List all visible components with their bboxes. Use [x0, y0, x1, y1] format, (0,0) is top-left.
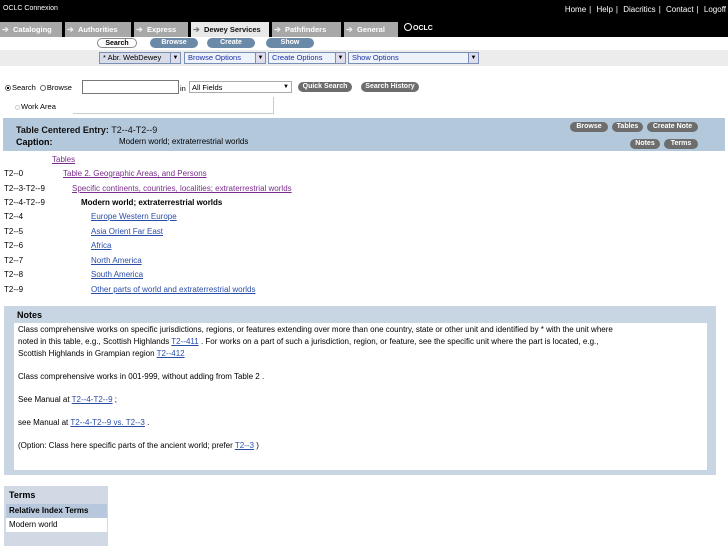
- hierarchy-link-asia[interactable]: Asia Orient Far East: [91, 227, 163, 236]
- work-area-option: Work Area: [15, 102, 56, 111]
- work-area-label: Work Area: [21, 102, 56, 111]
- subtab-create[interactable]: Create: [207, 38, 255, 48]
- create-note-button[interactable]: Create Note: [647, 122, 698, 132]
- search-field-select[interactable]: All Fields ▼: [189, 81, 292, 93]
- subtab-strip: Search Browse Create Show: [0, 37, 728, 49]
- logoff-link[interactable]: Logoff: [704, 5, 726, 14]
- contact-link[interactable]: Contact: [666, 5, 694, 14]
- note-link[interactable]: T2--411: [171, 337, 198, 346]
- search-radio[interactable]: [5, 85, 11, 91]
- note-link[interactable]: T2--3: [235, 441, 254, 450]
- browse-radio[interactable]: [39, 85, 46, 91]
- notes-body: Class comprehensive works on specific ju…: [14, 323, 707, 470]
- caption-value: Modern world; extraterrestrial worlds: [119, 137, 249, 146]
- quick-search-button[interactable]: Quick Search: [298, 82, 352, 92]
- tab-cataloging[interactable]: ➔ Cataloging: [0, 22, 62, 37]
- hierarchy-link-other-parts[interactable]: Other parts of world and extraterrestria…: [91, 285, 256, 294]
- table2-link[interactable]: Table 2. Geographic Areas, and Persons: [63, 169, 207, 178]
- search-radio-label: Search: [12, 83, 36, 92]
- subtab-search[interactable]: Search: [97, 38, 137, 48]
- note-text: Class comprehensive works in 001-999, wi…: [18, 372, 265, 381]
- caption-label: Caption:: [16, 137, 53, 147]
- class-number: T2--4: [4, 212, 24, 221]
- main-tab-bar: ➔ Cataloging ➔ Authorities ➔ Express ➔ Dewey…: [0, 19, 728, 37]
- tables-link[interactable]: Tables: [52, 155, 75, 164]
- class-number: T2--7: [4, 256, 24, 265]
- class-number: T2--6: [4, 241, 24, 250]
- terms-header: Relative Index Terms: [6, 504, 107, 518]
- arrow-icon: ➔: [274, 25, 281, 34]
- options-dropdown-row: * Abr. WebDewey ▼ Browse Options ▼ Create …: [0, 50, 728, 66]
- tab-general[interactable]: ➔ General: [344, 22, 398, 37]
- work-area-radio[interactable]: [15, 105, 20, 110]
- terms-button[interactable]: Terms: [664, 139, 698, 149]
- database-select[interactable]: * Abr. WebDewey ▼: [99, 52, 181, 64]
- chevron-down-icon: ▼: [335, 53, 345, 63]
- arrow-icon: ➔: [193, 25, 200, 34]
- note-link[interactable]: T2--412: [157, 349, 185, 358]
- notes-button[interactable]: Notes: [630, 139, 660, 149]
- note-text: Class comprehensive works on specific ju…: [18, 325, 613, 334]
- browse-radio-label: Browse: [46, 83, 72, 92]
- note-text: see Manual at T2--4-T2--9 vs. T2--3 .: [18, 418, 150, 427]
- subtab-browse[interactable]: Browse: [150, 38, 198, 48]
- search-input[interactable]: [82, 80, 179, 94]
- search-history-button[interactable]: Search History: [361, 82, 419, 92]
- note-text: (Option: Class here specific parts of th…: [18, 441, 259, 450]
- hierarchy-link-africa[interactable]: Africa: [91, 241, 111, 250]
- hierarchy-link-north-america[interactable]: North America: [91, 256, 142, 265]
- terms-panel: Terms Relative Index Terms Modern world: [4, 486, 108, 546]
- hierarchy-link-specific-continents[interactable]: Specific continents, countries, localiti…: [72, 184, 292, 193]
- class-number: T2--9: [4, 285, 24, 294]
- note-text: Scottish Highlands in Grampian region T2…: [18, 349, 185, 358]
- note-link[interactable]: T2--4-T2--9 vs. T2--3: [70, 418, 145, 427]
- class-number: T2--4-T2--9: [4, 198, 45, 207]
- chevron-down-icon: ▼: [468, 53, 478, 63]
- chevron-down-icon: ▼: [170, 53, 180, 63]
- hierarchy-link-europe[interactable]: Europe Western Europe: [91, 212, 177, 221]
- create-options-select[interactable]: Create Options ▼: [268, 52, 346, 64]
- globe-icon: [404, 23, 412, 31]
- browse-button[interactable]: Browse: [570, 122, 608, 132]
- browse-options-select[interactable]: Browse Options ▼: [184, 52, 266, 64]
- terms-title: Terms: [9, 490, 36, 500]
- arrow-icon: ➔: [67, 25, 74, 34]
- arrow-icon: ➔: [136, 25, 143, 34]
- current-entry-caption: Modern world; extraterrestrial worlds: [81, 198, 223, 207]
- work-area-box: [73, 97, 274, 114]
- hierarchy-link-south-america[interactable]: South America: [91, 270, 143, 279]
- oclc-logo: OCLC: [404, 23, 433, 32]
- in-label: in: [180, 84, 186, 93]
- notes-panel: Notes Class comprehensive works on speci…: [4, 306, 716, 475]
- tab-express[interactable]: ➔ Express: [134, 22, 188, 37]
- note-text: See Manual at T2--4-T2--9 ;: [18, 395, 118, 404]
- search-mode-radios: Search Browse: [5, 83, 72, 92]
- app-title: OCLC Connexion: [3, 5, 58, 12]
- arrow-icon: ➔: [346, 25, 353, 34]
- notes-title: Notes: [17, 310, 43, 320]
- tab-pathfinders[interactable]: ➔ Pathfinders: [272, 22, 341, 37]
- class-number: T2--8: [4, 270, 24, 279]
- chevron-down-icon: ▼: [255, 53, 265, 63]
- note-link[interactable]: T2--4-T2--9: [72, 395, 113, 404]
- diacritics-link[interactable]: Diacritics: [623, 5, 655, 14]
- class-number: T2--5: [4, 227, 24, 236]
- help-link[interactable]: Help: [596, 5, 612, 14]
- entry-title: Table Centered Entry: T2--4-T2--9: [16, 125, 158, 135]
- tables-button[interactable]: Tables: [612, 122, 643, 132]
- class-number: T2--3-T2--9: [4, 184, 45, 193]
- top-links: Home | Help | Diacritics | Contact | Logoff: [564, 5, 726, 14]
- top-bar: OCLC Connexion Home | Help | Diacritics | C…: [0, 0, 728, 19]
- terms-row[interactable]: Modern world: [6, 518, 107, 532]
- subtab-show[interactable]: Show: [266, 38, 314, 48]
- chevron-down-icon: ▼: [283, 84, 289, 90]
- show-options-select[interactable]: Show Options ▼: [348, 52, 479, 64]
- tab-authorities[interactable]: ➔ Authorities: [65, 22, 131, 37]
- class-number: T2--0: [4, 169, 24, 178]
- arrow-icon: ➔: [2, 25, 9, 34]
- home-link[interactable]: Home: [565, 5, 586, 14]
- tab-dewey-services[interactable]: ➔ Dewey Services: [191, 22, 269, 37]
- note-text: noted in this table, e.g., Scottish High…: [18, 337, 599, 346]
